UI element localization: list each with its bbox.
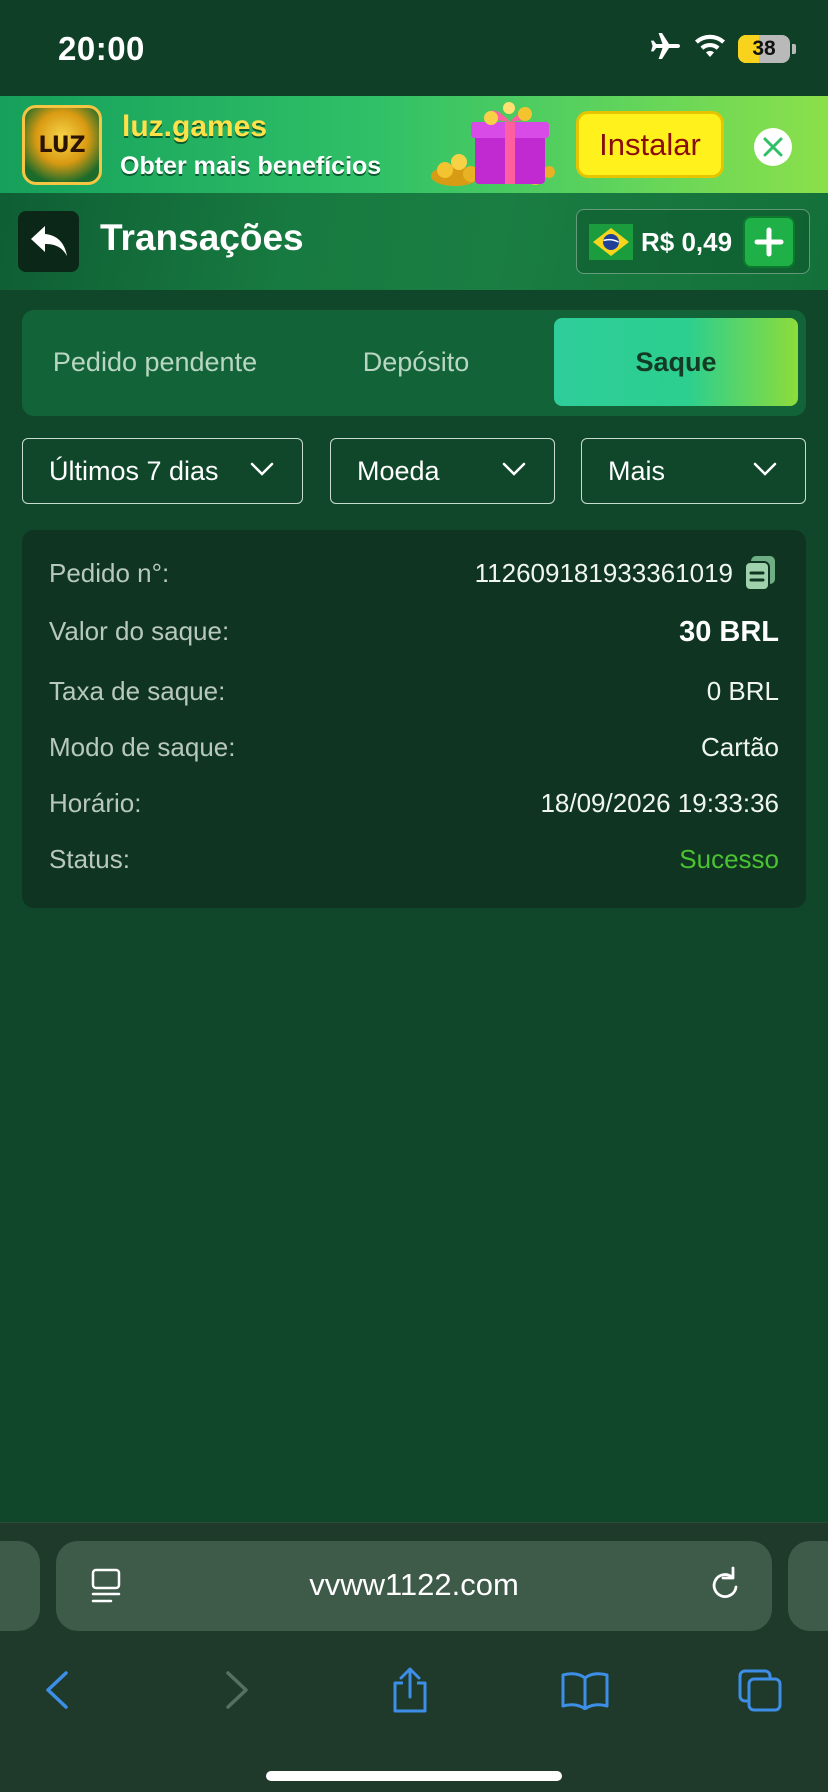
tabs-button[interactable] bbox=[735, 1665, 785, 1715]
status-label: Status: bbox=[49, 844, 130, 874]
order-number-row: Pedido n°: 112609181933361019 bbox=[49, 556, 779, 594]
order-number-value: 112609181933361019 bbox=[474, 558, 733, 588]
back-arrow-icon bbox=[30, 225, 67, 256]
next-tab-preview[interactable] bbox=[788, 1541, 828, 1631]
time-label: Horário: bbox=[49, 788, 142, 818]
back-nav-button[interactable] bbox=[32, 1665, 82, 1715]
install-promo-banner[interactable]: LUZ luz.games Obter mais benefícios Inst… bbox=[0, 96, 828, 193]
status-bar: 20:00 38 bbox=[0, 0, 828, 96]
install-button[interactable]: Instalar bbox=[576, 111, 724, 178]
page-title: Transações bbox=[100, 217, 304, 258]
more-filter-dropdown[interactable]: Mais bbox=[581, 438, 806, 504]
logo-text: LUZ bbox=[38, 132, 86, 158]
brazil-flag-icon bbox=[589, 224, 633, 260]
app-logo: LUZ bbox=[22, 105, 102, 185]
url-text: vvww1122.com bbox=[309, 1567, 519, 1602]
deposit-add-button[interactable] bbox=[743, 216, 795, 268]
withdrawal-amount-value: 30 BRL bbox=[679, 616, 779, 648]
share-icon bbox=[393, 1667, 427, 1713]
time-value: 18/09/2026 19:33:36 bbox=[540, 788, 779, 818]
transaction-card: Pedido n°: 112609181933361019 Valor do s… bbox=[22, 530, 806, 908]
close-icon bbox=[763, 137, 783, 157]
time-row: Horário: 18/09/2026 19:33:36 bbox=[49, 788, 779, 824]
withdrawal-mode-label: Modo de saque: bbox=[49, 732, 236, 762]
back-button[interactable] bbox=[18, 211, 79, 272]
currency-filter-dropdown[interactable]: Moeda bbox=[330, 438, 555, 504]
book-icon bbox=[561, 1672, 609, 1710]
chevron-left-icon bbox=[46, 1671, 68, 1709]
withdrawal-fee-value: 0 BRL bbox=[706, 676, 779, 706]
share-button[interactable] bbox=[385, 1665, 435, 1715]
balance-amount: R$ 0,49 bbox=[641, 227, 733, 257]
currency-filter-label: Moeda bbox=[357, 456, 440, 486]
browser-toolbar: vvww1122.com bbox=[0, 1522, 828, 1792]
chevron-right-icon bbox=[226, 1671, 248, 1709]
withdrawal-fee-label: Taxa de saque: bbox=[49, 676, 226, 706]
previous-tab-preview[interactable] bbox=[0, 1541, 40, 1631]
battery-level: 38 bbox=[752, 36, 776, 60]
balance-widget: R$ 0,49 bbox=[576, 209, 810, 274]
battery-tip bbox=[792, 43, 796, 54]
status-row: Status: Sucesso bbox=[49, 844, 779, 880]
transaction-tabs: Pedido pendente Depósito Saque bbox=[22, 310, 806, 416]
tab-deposit[interactable]: Depósito bbox=[288, 318, 544, 406]
tab-pending-orders[interactable]: Pedido pendente bbox=[22, 318, 288, 406]
withdrawal-mode-row: Modo de saque: Cartão bbox=[49, 732, 779, 768]
promo-subtitle: Obter mais benefícios bbox=[120, 152, 382, 180]
withdrawal-mode-value: Cartão bbox=[700, 732, 779, 762]
plus-icon bbox=[754, 227, 784, 257]
tab-withdrawal[interactable]: Saque bbox=[554, 318, 798, 406]
status-badge: Sucesso bbox=[679, 844, 779, 874]
airplane-icon bbox=[650, 32, 682, 65]
period-filter-label: Últimos 7 dias bbox=[49, 456, 219, 486]
bookmarks-button[interactable] bbox=[560, 1665, 610, 1715]
gift-icon bbox=[431, 102, 555, 186]
browser-nav-row bbox=[0, 1655, 828, 1725]
period-filter-dropdown[interactable]: Últimos 7 dias bbox=[22, 438, 303, 504]
more-filter-label: Mais bbox=[608, 456, 666, 486]
copy-icon[interactable] bbox=[743, 554, 779, 592]
address-bar[interactable]: vvww1122.com bbox=[56, 1541, 772, 1631]
chevron-down-icon bbox=[753, 462, 777, 476]
withdrawal-fee-row: Taxa de saque: 0 BRL bbox=[49, 676, 779, 712]
withdrawal-amount-row: Valor do saque: 30 BRL bbox=[49, 616, 779, 652]
wifi-icon bbox=[694, 33, 726, 64]
promo-title: luz.games bbox=[122, 110, 268, 143]
status-icons: 38 bbox=[650, 32, 796, 65]
home-indicator bbox=[266, 1771, 562, 1781]
chevron-down-icon bbox=[250, 462, 274, 476]
close-promo-button[interactable] bbox=[754, 128, 792, 166]
chevron-down-icon bbox=[502, 462, 526, 476]
order-number-label: Pedido n°: bbox=[49, 558, 170, 588]
reload-icon[interactable] bbox=[708, 1565, 742, 1603]
withdrawal-amount-label: Valor do saque: bbox=[49, 616, 230, 646]
battery-icon: 38 bbox=[738, 34, 790, 63]
forward-nav-button[interactable] bbox=[212, 1665, 262, 1715]
status-time: 20:00 bbox=[58, 30, 145, 67]
app-header: Transações R$ 0,49 bbox=[0, 193, 828, 290]
tabs-icon bbox=[738, 1669, 782, 1712]
